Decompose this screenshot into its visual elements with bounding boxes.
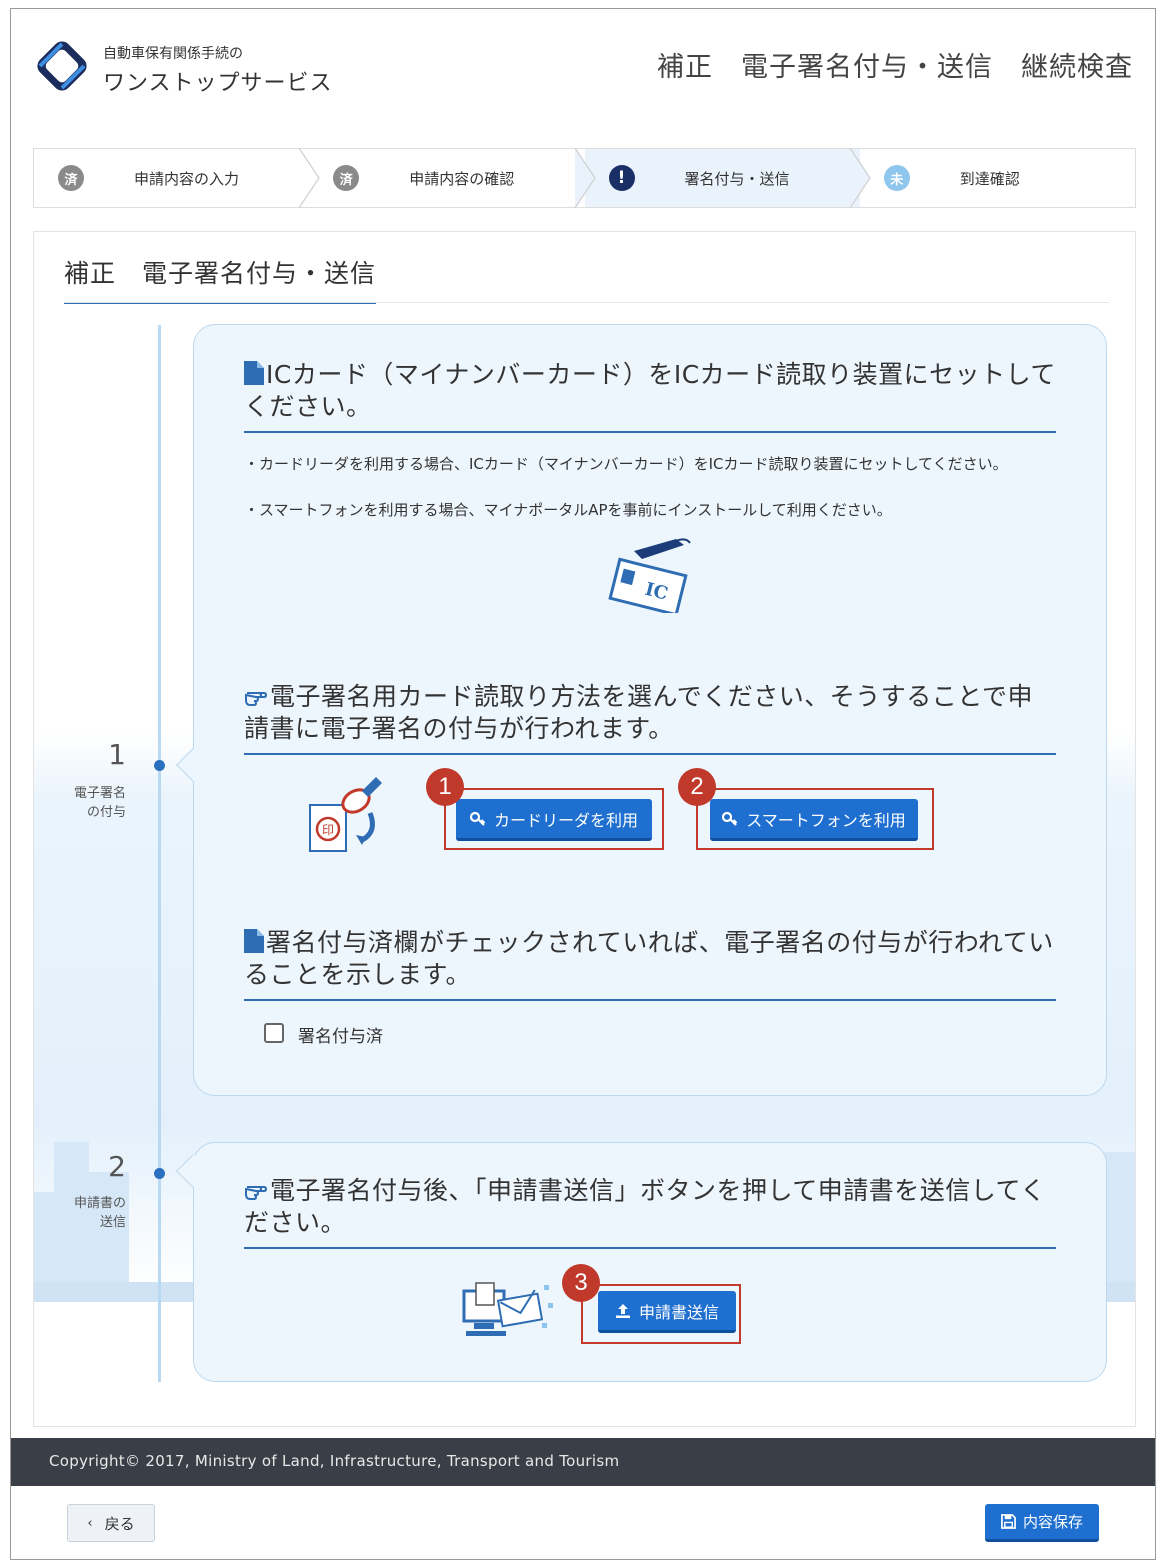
timeline-step-label: 申請書の送信 bbox=[56, 1194, 126, 1232]
floppy-disk-icon bbox=[1001, 1514, 1016, 1529]
stamp-icon: 印 bbox=[309, 777, 382, 852]
instruction-smartphone: ・スマートフォンを利用する場合、マイナポータルAPを事前にインストールして利用く… bbox=[244, 501, 892, 519]
card-digital-signature: ICカード（マイナンバーカード）をICカード読取り装置にセットしてください。 ・… bbox=[176, 324, 1107, 1096]
timeline-label-line: 申請書の bbox=[73, 1196, 126, 1211]
highlight-box-3 bbox=[581, 1284, 741, 1344]
main-panel: 補正 電子署名付与・送信 1 電子署名の付与 2 申請書の送信 ICカード（マイ… bbox=[33, 231, 1136, 1427]
step-badge-pending: 未 bbox=[883, 165, 910, 191]
timeline-dot bbox=[154, 1168, 165, 1179]
instruction-card-reader: ・カードリーダを利用する場合、ICカード（マイナンバーカード）をICカード読取り… bbox=[244, 455, 1008, 473]
card-heading: 電子署名付与後、「申請書送信」ボタンを押して申請書を送信してください。 bbox=[244, 1175, 1056, 1249]
footer-bar: Copyright© 2017, Ministry of Land, Infra… bbox=[11, 1438, 1155, 1486]
pointing-hand-icon bbox=[245, 1186, 268, 1200]
chevron-right-icon bbox=[849, 148, 871, 208]
timeline-step-number: 2 bbox=[108, 1150, 126, 1183]
logo-subtitle: 自動車保有関係手続の bbox=[103, 46, 243, 62]
timeline-dot bbox=[154, 760, 165, 771]
timeline-step-number: 1 bbox=[108, 738, 126, 771]
annotation-marker-1: 1 bbox=[426, 768, 464, 806]
step-confirm: 済 申請内容の確認 bbox=[309, 148, 596, 208]
annotation-marker-2: 2 bbox=[678, 768, 716, 806]
card-heading-text: 電子署名付与後、「申請書送信」ボタンを押して申請書を送信してください。 bbox=[244, 1176, 1046, 1237]
card-heading: ICカード（マイナンバーカード）をICカード読取り装置にセットしてください。 bbox=[244, 359, 1056, 433]
save-button[interactable]: 内容保存 bbox=[985, 1504, 1099, 1542]
step-label: 到達確認 bbox=[959, 170, 1020, 188]
button-label: 内容保存 bbox=[1022, 1513, 1083, 1531]
document-icon bbox=[244, 361, 264, 385]
document-icon bbox=[244, 929, 264, 953]
timeline-line bbox=[158, 325, 161, 1382]
highlight-box-2 bbox=[696, 788, 934, 850]
step-sign-send: ! 署名付与・送信 bbox=[584, 148, 871, 208]
highlight-box-1 bbox=[444, 788, 664, 850]
header: 自動車保有関係手続の ワンストップサービス 補正 電子署名付与・送信 継続検査 bbox=[11, 9, 1155, 119]
button-label: 戻る bbox=[104, 1514, 135, 1533]
ic-card-reader-icon: IC bbox=[608, 538, 691, 613]
step-input: 済 申請内容の入力 bbox=[34, 148, 320, 208]
chevron-right-icon bbox=[574, 148, 596, 208]
timeline-label-line: の付与 bbox=[86, 805, 126, 820]
step-label: 申請内容の確認 bbox=[409, 170, 515, 188]
stamp-label: 印 bbox=[322, 823, 334, 837]
logo-icon bbox=[37, 41, 87, 91]
copyright-text: Copyright© 2017, Ministry of Land, Infra… bbox=[49, 1452, 620, 1470]
send-mail-icon bbox=[462, 1282, 553, 1336]
step-badge-done: 済 bbox=[333, 165, 360, 191]
card-heading: 署名付与済欄がチェックされていれば、電子署名の付与が行われていることを示します。 bbox=[244, 927, 1056, 1001]
timeline-label-line: 電子署名 bbox=[73, 786, 126, 801]
card-heading-text: 署名付与済欄がチェックされていれば、電子署名の付与が行われていることを示します。 bbox=[244, 928, 1054, 989]
signed-checkbox[interactable] bbox=[264, 1023, 284, 1043]
chevron-right-icon bbox=[298, 148, 320, 208]
card-send-application: 電子署名付与後、「申請書送信」ボタンを押して申請書を送信してください。 申請書送… bbox=[176, 1142, 1107, 1382]
progress-steps: 済 申請内容の入力 済 申請内容の確認 ! 署名付与・送信 未 到達確認 bbox=[33, 148, 1136, 208]
divider bbox=[64, 302, 1109, 303]
heading-part-sign-send: 電子署名付与・送信 bbox=[741, 52, 993, 83]
heading-part-correction: 補正 bbox=[657, 52, 713, 83]
card-heading-text: ICカード（マイナンバーカード）をICカード読取り装置にセットしてください。 bbox=[244, 360, 1056, 421]
step-label: 署名付与・送信 bbox=[684, 170, 790, 188]
step-arrival: 未 到達確認 bbox=[860, 149, 1135, 207]
back-button[interactable]: ‹ 戻る bbox=[67, 1504, 155, 1542]
page-heading: 補正 電子署名付与・送信 継続検査 bbox=[629, 45, 1133, 84]
card-heading: 電子署名用カード読取り方法を選んでください、そうすることで申請書に電子署名の付与… bbox=[244, 681, 1056, 755]
timeline-label-line: 送信 bbox=[99, 1215, 126, 1230]
section-title: 補正 電子署名付与・送信 bbox=[64, 254, 377, 304]
exclamation-icon: ! bbox=[608, 165, 635, 191]
card-heading-text: 電子署名用カード読取り方法を選んでください、そうすることで申請書に電子署名の付与… bbox=[244, 682, 1034, 743]
step-label: 申請内容の入力 bbox=[134, 170, 240, 188]
signed-checkbox-label: 署名付与済 bbox=[298, 1027, 383, 1047]
chevron-left-icon: ‹ bbox=[87, 1515, 93, 1531]
heading-part-inspection: 継続検査 bbox=[1021, 52, 1133, 83]
timeline-step-label: 電子署名の付与 bbox=[56, 784, 126, 822]
app-window: 自動車保有関係手続の ワンストップサービス 補正 電子署名付与・送信 継続検査 済 … bbox=[10, 8, 1156, 1560]
step-badge-done: 済 bbox=[58, 165, 84, 191]
logo-title: ワンストップサービス bbox=[103, 71, 333, 96]
pointing-hand-icon bbox=[245, 692, 268, 706]
annotation-marker-3: 3 bbox=[562, 1264, 600, 1302]
